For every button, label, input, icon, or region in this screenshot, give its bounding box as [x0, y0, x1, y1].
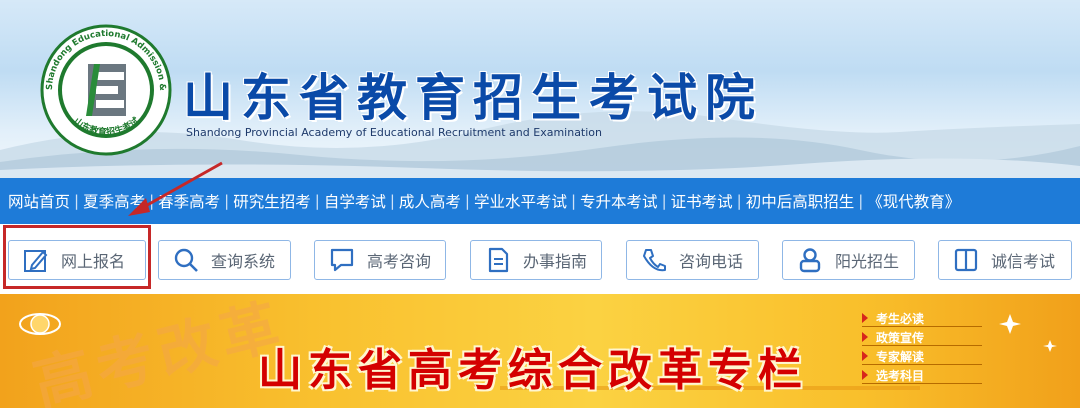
consultation-phone-button[interactable]: 咨询电话 — [626, 240, 759, 280]
chat-icon — [327, 245, 357, 275]
quick-entry-bar: 网上报名 查询系统 高考咨询 办事指南 咨询电话 阳光招生 诚信考试 — [0, 224, 1080, 294]
document-icon — [483, 245, 513, 275]
site-subtitle: Shandong Provincial Academy of Education… — [186, 126, 603, 139]
nav-divider: | — [661, 192, 667, 210]
sunshine-admissions-button[interactable]: 阳光招生 — [782, 240, 915, 280]
nav-divider: | — [74, 192, 80, 210]
nav-item-graduate-exam[interactable]: 研究生招考 — [231, 190, 313, 212]
highlight-box — [3, 225, 151, 289]
nav-item-adult-gaokao[interactable]: 成人高考 — [397, 190, 463, 212]
quick-entry-label: 阳光招生 — [835, 252, 900, 271]
nav-item-certificate-exam[interactable]: 证书考试 — [669, 190, 735, 212]
banner-link-list: 考生必读 政策宣传 专家解读 选考科目 — [862, 310, 982, 386]
nav-item-proficiency-test[interactable]: 学业水平考试 — [472, 190, 569, 212]
nav-divider: | — [570, 192, 577, 210]
reform-banner[interactable]: 高考改革 山东省高考综合改革专栏 考生必读 政策宣传 专家解读 选考科目 — [0, 294, 1080, 408]
quick-entry-label: 高考咨询 — [367, 252, 432, 271]
banner-link[interactable]: 专家解读 — [862, 348, 982, 365]
nav-item-modern-education[interactable]: 《现代教育》 — [865, 190, 962, 212]
person-icon — [795, 245, 825, 275]
nav-item-summer-gaokao[interactable]: 夏季高考 — [81, 190, 147, 212]
bullet-icon — [862, 370, 868, 380]
banner-link[interactable]: 政策宣传 — [862, 329, 982, 346]
quick-entry-label: 办事指南 — [523, 252, 588, 271]
nav-item-vocational-enrollment[interactable]: 初中后高职招生 — [744, 190, 857, 212]
gaokao-consultation-button[interactable]: 高考咨询 — [314, 240, 446, 280]
banner-link[interactable]: 选考科目 — [862, 367, 982, 384]
nav-divider: | — [389, 192, 395, 210]
query-system-button[interactable]: 查询系统 — [158, 240, 291, 280]
nav-divider: | — [149, 192, 155, 210]
bullet-icon — [862, 332, 868, 342]
search-icon — [171, 245, 201, 275]
nav-divider: | — [736, 192, 742, 210]
book-icon — [951, 245, 981, 275]
banner-title: 山东省高考综合改革专栏 — [258, 345, 808, 396]
academy-logo: Shandong Educational Admission & Examina… — [36, 20, 172, 156]
nav-divider: | — [858, 192, 864, 210]
quick-entry-label: 查询系统 — [211, 252, 276, 271]
nav-divider: | — [464, 192, 470, 210]
site-title: 山东省教育招生考试院 — [183, 69, 763, 127]
nav-divider: | — [314, 192, 320, 210]
nav-item-upgrade-exam[interactable]: 专升本考试 — [578, 190, 660, 212]
nav-item-home[interactable]: 网站首页 — [6, 190, 72, 212]
main-nav: 网站首页 | 夏季高考 | 春季高考 | 研究生招考 | 自学考试 | 成人高考… — [0, 178, 1080, 224]
nav-item-self-study-exam[interactable]: 自学考试 — [322, 190, 388, 212]
banner-link[interactable]: 考生必读 — [862, 310, 982, 327]
nav-item-spring-gaokao[interactable]: 春季高考 — [156, 190, 222, 212]
quick-entry-label: 诚信考试 — [991, 252, 1056, 271]
quick-entry-label: 咨询电话 — [679, 252, 744, 271]
nav-divider: | — [224, 192, 230, 210]
site-header: Shandong Educational Admission & Examina… — [0, 0, 1080, 178]
bullet-icon — [862, 313, 868, 323]
service-guide-button[interactable]: 办事指南 — [470, 240, 602, 280]
integrity-exam-button[interactable]: 诚信考试 — [938, 240, 1072, 280]
phone-icon — [639, 245, 669, 275]
bullet-icon — [862, 351, 868, 361]
